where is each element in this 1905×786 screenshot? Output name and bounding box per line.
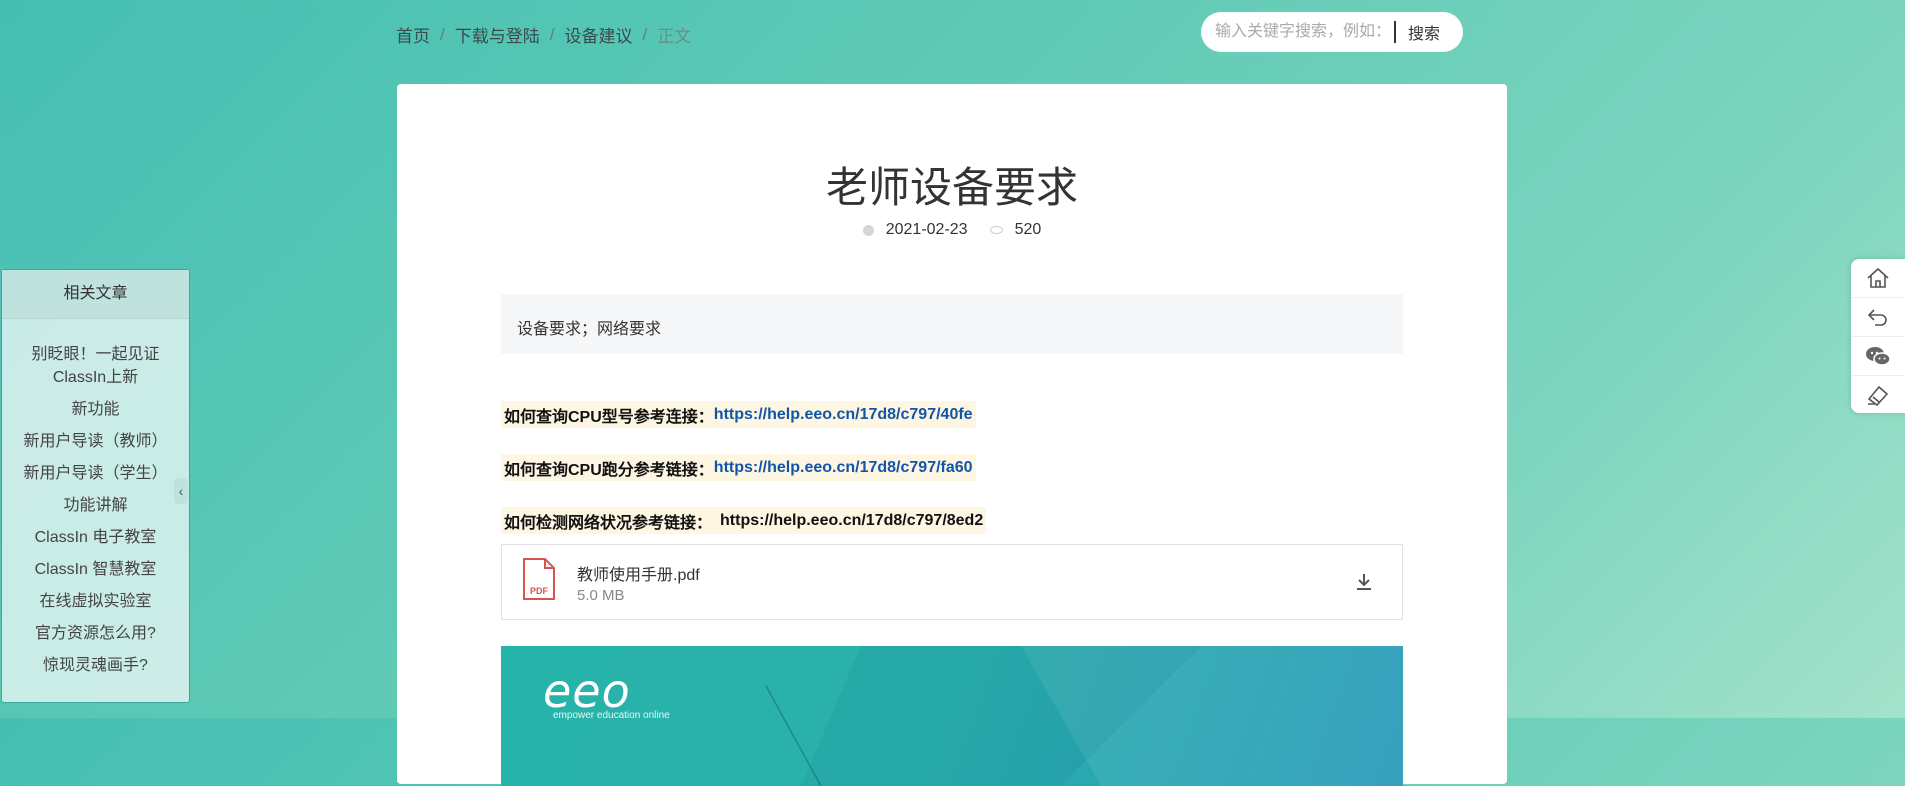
breadcrumb-current: 正文 (657, 27, 692, 46)
breadcrumb-separator: / (440, 24, 445, 44)
sidebar-collapse-button[interactable]: ‹ (174, 478, 188, 504)
related-article-item[interactable]: 惊现灵魂画手? (2, 654, 189, 677)
article-summary: 设备要求；网络要求 (501, 294, 1403, 354)
related-article-item[interactable]: 在线虚拟实验室 (2, 590, 189, 613)
search-input[interactable] (1213, 22, 1392, 42)
related-article-item[interactable]: 新功能 (2, 398, 189, 421)
reference-link[interactable]: https://help.eeo.cn/17d8/c797/40fe (714, 406, 973, 424)
reference-label: 如何查询CPU型号参考连接： (504, 408, 714, 426)
article-meta: 2021-02-23 520 (397, 221, 1507, 239)
back-icon (1867, 309, 1887, 326)
search-box: 搜索 (1201, 12, 1463, 52)
download-icon[interactable] (1354, 572, 1374, 592)
article-title: 老师设备要求 (825, 164, 1078, 211)
search-button[interactable]: 搜索 (1408, 20, 1440, 44)
related-articles-panel: 相关文章 别眨眼！一起见证 ClassIn上新 新功能 新用户导读（教师） 新用… (1, 269, 190, 703)
reference-line: 如何查询CPU型号参考连接： https://help.eeo.cn/17d8/… (501, 401, 976, 428)
breadcrumb-home[interactable]: 首页 (396, 22, 430, 47)
attachment-card[interactable]: PDF 教师使用手册.pdf 5.0 MB (501, 544, 1403, 620)
reference-line: 如何检测网络状况参考链接： https://help.eeo.cn/17d8/c… (501, 507, 987, 534)
promo-banner: eeo empower education online (501, 646, 1403, 786)
right-toolbar (1851, 259, 1905, 413)
related-article-item[interactable]: 别眨眼！一起见证 (2, 343, 189, 366)
article-card: 老师设备要求 2021-02-23 520 设备要求；网络要求 如何查询CPU型… (397, 84, 1507, 786)
breadcrumb-separator: / (642, 24, 648, 44)
eeo-tagline: empower education online (553, 710, 670, 721)
breadcrumb: 首页 / 下载与登陆 / 设备建议 / 正文 (396, 22, 691, 47)
related-articles-title: 相关文章 (2, 270, 189, 319)
related-article-item[interactable]: 功能讲解 (2, 494, 189, 517)
attachment-name[interactable]: 教师使用手册.pdf (577, 561, 700, 585)
breadcrumb-device-suggestions[interactable]: 设备建议 (564, 22, 632, 47)
breadcrumb-download-login[interactable]: 下载与登陆 (455, 22, 540, 47)
home-icon (1867, 267, 1889, 288)
related-article-item[interactable]: ClassIn上新 (2, 366, 189, 389)
attachment-size: 5.0 MB (577, 587, 625, 604)
pdf-file-icon: PDF (523, 558, 555, 600)
reference-label: 如何检测网络状况参考链接： (504, 514, 713, 532)
clock-icon (862, 224, 874, 236)
home-button[interactable] (1851, 259, 1905, 298)
related-article-item[interactable]: 官方资源怎么用? (2, 622, 189, 645)
wechat-button[interactable] (1851, 337, 1905, 376)
eye-icon (989, 226, 1003, 234)
article-views: 520 (1014, 221, 1042, 238)
breadcrumb-separator: / (549, 24, 555, 44)
feedback-icon (1867, 385, 1889, 407)
wechat-icon (1866, 347, 1891, 366)
reference-label: 如何查询CPU跑分参考链接： (504, 461, 714, 479)
back-button[interactable] (1851, 298, 1905, 337)
article-date: 2021-02-23 (885, 221, 968, 238)
search-divider (1394, 21, 1396, 43)
reference-link[interactable]: https://help.eeo.cn/17d8/c797/fa60 (714, 459, 973, 477)
reference-text: https://help.eeo.cn/17d8/c797/8ed2 (720, 511, 984, 529)
related-article-item[interactable]: 新用户导读（教师） (2, 430, 189, 453)
related-article-item[interactable]: ClassIn 电子教室 (2, 526, 189, 549)
reference-line: 如何查询CPU跑分参考链接： https://help.eeo.cn/17d8/… (501, 454, 976, 481)
related-article-item[interactable]: 新用户导读（学生） (2, 462, 189, 485)
feedback-button[interactable] (1851, 376, 1905, 414)
pdf-badge: PDF (530, 586, 549, 596)
related-article-item[interactable]: ClassIn 智慧教室 (2, 558, 189, 581)
